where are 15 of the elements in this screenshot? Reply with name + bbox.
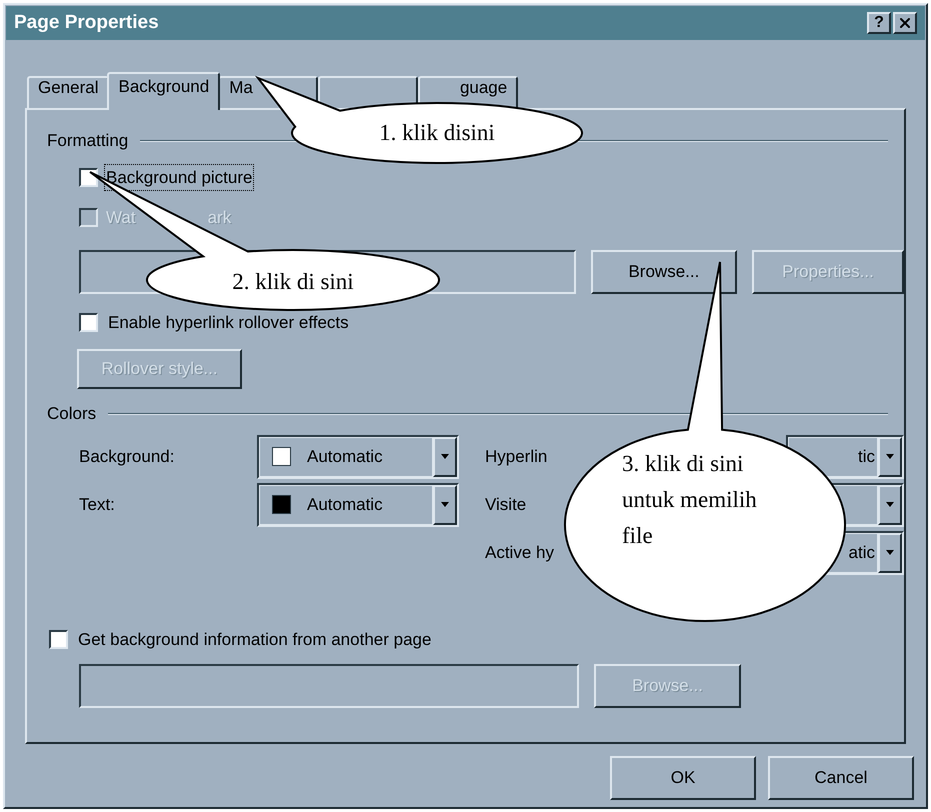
group-title: Colors xyxy=(47,403,96,425)
window-title: Page Properties xyxy=(14,10,160,35)
dropdown-value: atic xyxy=(848,542,875,564)
group-title: Formatting xyxy=(47,130,128,152)
field-label: Visite xyxy=(485,494,526,516)
field-label: Active hy xyxy=(485,542,554,564)
field-label: Background: xyxy=(79,446,176,468)
callout-text: 1. klik disini xyxy=(378,119,496,147)
callout-text: 3. klik di sini untuk memilih file xyxy=(622,450,758,550)
field-label: Text: xyxy=(79,494,116,516)
callout-text: 2. klik di sini xyxy=(231,268,355,296)
dropdown-value: Automatic xyxy=(307,446,383,468)
field-label: Hyperlin xyxy=(485,446,548,468)
dropdown-value: tic xyxy=(858,446,875,468)
dropdown-value: Automatic xyxy=(307,494,383,516)
